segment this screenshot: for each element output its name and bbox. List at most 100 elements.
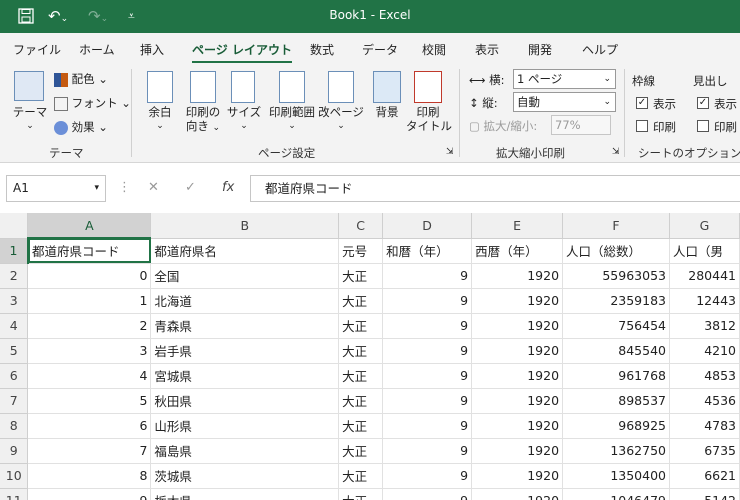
cell[interactable]: 大正 (338, 413, 384, 439)
cell[interactable]: 北海道 (150, 288, 340, 314)
width-dropdown[interactable]: 1 ページ ⌄ (513, 69, 616, 89)
cell[interactable]: 4210 (669, 338, 740, 364)
insert-function-icon[interactable]: fx (222, 180, 234, 195)
cell[interactable]: 1350400 (562, 463, 670, 489)
cell[interactable]: 9 (27, 488, 152, 500)
cell[interactable]: 968925 (562, 413, 670, 439)
tab-developer[interactable]: 開発 (528, 41, 552, 58)
cell[interactable]: 55963053 (562, 263, 670, 289)
cell[interactable]: 茨城県 (150, 463, 340, 489)
cell[interactable]: 9 (382, 363, 473, 389)
cell[interactable]: 1920 (471, 288, 564, 314)
cell[interactable]: 0 (27, 263, 152, 289)
row-header[interactable]: 3 (0, 288, 29, 314)
cell[interactable]: 1920 (471, 413, 564, 439)
cancel-icon[interactable]: ✕ (148, 180, 159, 195)
select-all-corner[interactable] (0, 213, 29, 239)
cell[interactable]: 2 (27, 313, 152, 339)
tab-data[interactable]: データ (362, 41, 398, 58)
cell[interactable]: 9 (382, 413, 473, 439)
row-header[interactable]: 9 (0, 438, 29, 464)
cell[interactable]: 1046479 (562, 488, 670, 500)
headings-view-checkbox[interactable]: ✓ (697, 97, 709, 109)
row-header[interactable]: 1 (0, 238, 29, 264)
cell[interactable]: 1920 (471, 313, 564, 339)
cell[interactable]: 青森県 (150, 313, 340, 339)
cell[interactable]: 都道府県名 (150, 238, 340, 264)
tab-page-layout[interactable]: ページ レイアウト (192, 41, 292, 64)
cell[interactable]: 6735 (669, 438, 740, 464)
cell[interactable]: 756454 (562, 313, 670, 339)
cell[interactable]: 9 (382, 388, 473, 414)
cell[interactable]: 1362750 (562, 438, 670, 464)
cell[interactable]: 1920 (471, 488, 564, 500)
cell[interactable]: 5 (27, 388, 152, 414)
name-box[interactable]: A1 ▾ (6, 175, 106, 202)
cell[interactable]: 秋田県 (150, 388, 340, 414)
cell[interactable]: 大正 (338, 313, 384, 339)
cell[interactable]: 6 (27, 413, 152, 439)
height-dropdown[interactable]: 自動 ⌄ (513, 92, 616, 112)
tab-help[interactable]: ヘルプ (582, 41, 618, 58)
cell[interactable]: 1920 (471, 338, 564, 364)
cell[interactable]: 大正 (338, 463, 384, 489)
page-setup-launcher-icon[interactable]: ⇲ (446, 147, 454, 157)
tab-view[interactable]: 表示 (475, 41, 499, 58)
cell[interactable]: 大正 (338, 488, 384, 500)
cell[interactable]: 大正 (338, 288, 384, 314)
cell[interactable]: 元号 (338, 238, 384, 264)
row-header[interactable]: 10 (0, 463, 29, 489)
spreadsheet-grid[interactable]: A B C D E F G 1 都道府県コード 都道府県名 元号 和暦（年） 西暦（年）人… (0, 213, 740, 500)
cell[interactable]: 280441 (669, 263, 740, 289)
column-header-c[interactable]: C (338, 213, 384, 239)
cell[interactable]: 4536 (669, 388, 740, 414)
cell[interactable]: 1920 (471, 363, 564, 389)
row-header[interactable]: 7 (0, 388, 29, 414)
cell[interactable]: 人口（男 (669, 238, 740, 264)
cell[interactable]: 大正 (338, 388, 384, 414)
cell[interactable]: 1920 (471, 438, 564, 464)
cell[interactable]: 大正 (338, 263, 384, 289)
cell[interactable]: 1920 (471, 463, 564, 489)
cell[interactable]: 都道府県コード (27, 238, 152, 264)
effects-button[interactable]: 効果 ⌄ (54, 119, 108, 135)
cell[interactable]: 12443 (669, 288, 740, 314)
tab-file[interactable]: ファイル (13, 41, 61, 58)
cell[interactable]: 岩手県 (150, 338, 340, 364)
cell[interactable]: 9 (382, 463, 473, 489)
cell[interactable]: 3 (27, 338, 152, 364)
row-header[interactable]: 6 (0, 363, 29, 389)
cell[interactable]: 9 (382, 338, 473, 364)
cell[interactable]: 2359183 (562, 288, 670, 314)
row-header[interactable]: 8 (0, 413, 29, 439)
cell[interactable]: 4783 (669, 413, 740, 439)
row-header[interactable]: 2 (0, 263, 29, 289)
gridlines-print-checkbox[interactable] (636, 120, 648, 132)
cell[interactable]: 大正 (338, 338, 384, 364)
column-header-g[interactable]: G (669, 213, 740, 239)
tab-insert[interactable]: 挿入 (140, 41, 164, 58)
cell[interactable]: 9 (382, 313, 473, 339)
cell[interactable]: 4853 (669, 363, 740, 389)
cell[interactable]: 6621 (669, 463, 740, 489)
cell[interactable]: 大正 (338, 363, 384, 389)
cell[interactable]: 4 (27, 363, 152, 389)
row-header[interactable]: 11 (0, 488, 29, 500)
tab-formulas[interactable]: 数式 (310, 41, 334, 58)
column-header-b[interactable]: B (150, 213, 340, 239)
colors-button[interactable]: 配色 ⌄ (54, 71, 108, 87)
gridlines-view-checkbox[interactable]: ✓ (636, 97, 648, 109)
cell[interactable]: 西暦（年） (471, 238, 564, 264)
cell[interactable]: 人口（総数） (562, 238, 670, 264)
cell[interactable]: 和暦（年） (382, 238, 473, 264)
cell[interactable]: 961768 (562, 363, 670, 389)
row-header[interactable]: 5 (0, 338, 29, 364)
row-header[interactable]: 4 (0, 313, 29, 339)
cell[interactable]: 9 (382, 438, 473, 464)
cell[interactable]: 1920 (471, 388, 564, 414)
cell[interactable]: 5142 (669, 488, 740, 500)
cell[interactable]: 1920 (471, 263, 564, 289)
headings-print-checkbox[interactable] (697, 120, 709, 132)
cell[interactable]: 9 (382, 488, 473, 500)
cell[interactable]: 福島県 (150, 438, 340, 464)
